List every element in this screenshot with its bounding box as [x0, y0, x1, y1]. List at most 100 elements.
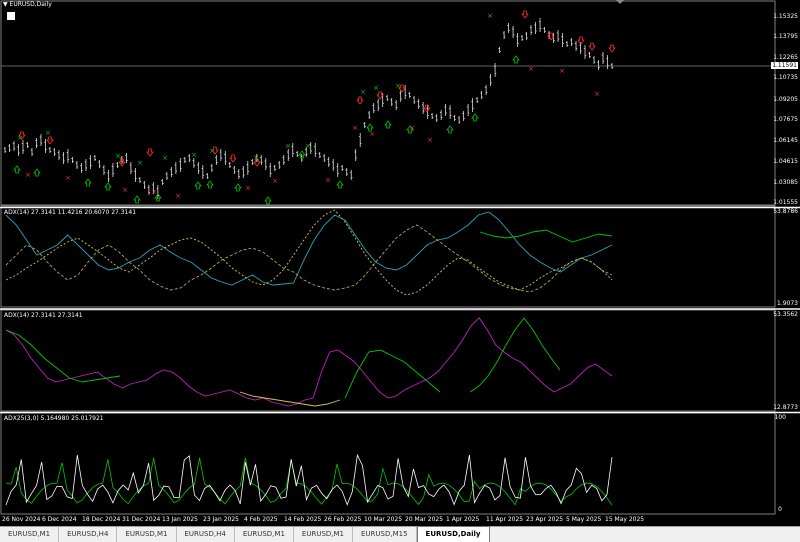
date-tick: 15 May 2025 — [605, 516, 645, 523]
tab-eurusd-m1[interactable]: EURUSD,M1 — [294, 527, 353, 542]
price-pane-frame — [0, 0, 776, 206]
adx-pane-2-min: 12.8773 — [773, 404, 798, 411]
cross-green-icon: × — [45, 129, 51, 137]
cross-green-icon: × — [253, 154, 259, 162]
adx-pane-3-label: ADX25(3,0) 5.164980 25.017921 — [4, 415, 104, 422]
cross-green-icon: × — [17, 134, 23, 142]
adx-lines-3 — [5, 453, 613, 506]
date-tick: 5 May 2025 — [566, 516, 602, 523]
arrow-up-icon — [133, 195, 141, 204]
price-bars — [3, 18, 614, 199]
tab-eurusd-h4[interactable]: EURUSD,H4 — [177, 527, 235, 542]
cross-green-icon: × — [209, 147, 215, 155]
cross-red-icon: × — [151, 188, 157, 196]
adx-pane-1-max: 53.8786 — [773, 208, 798, 215]
date-tick: 4 Feb 2025 — [244, 516, 278, 523]
date-tick: 11 Apr 2025 — [486, 516, 524, 523]
cross-red-icon: × — [245, 184, 251, 192]
price-tick: 1.03085 — [773, 179, 798, 186]
adx-pane-2-label: ADX(14) 27.3141 27.3141 — [4, 312, 83, 319]
arrow-down-icon — [356, 96, 364, 105]
date-tick: 26 Nov 2024 — [2, 516, 41, 523]
tab-eurusd-m1[interactable]: EURUSD,M1 — [235, 527, 294, 542]
date-tick: 10 Mar 2025 — [364, 516, 403, 523]
date-tick: 31 Dec 2024 — [122, 516, 161, 523]
chart-canvas[interactable]: × × × × × × × × × × × × × × × × × × × × × × × × × × × × × — [0, 0, 800, 541]
adx-lines-2 — [5, 317, 613, 407]
adx-pane-1-label: ADX(14) 27.3141 11.4216 20.6070 27.3141 — [4, 209, 137, 216]
cross-red-icon: × — [25, 171, 31, 179]
date-tick: 20 Mar 2025 — [405, 516, 444, 523]
tab-eurusd-m1[interactable]: EURUSD,M1 — [117, 527, 177, 542]
arrow-down-icon — [146, 148, 154, 157]
current-price-tag: 1.11591 — [771, 62, 798, 69]
cross-green-icon: × — [373, 84, 379, 92]
date-tick: 26 Feb 2025 — [324, 516, 362, 523]
adx-line-green — [5, 329, 121, 383]
arrow-down-icon — [521, 10, 529, 19]
window-title: ▼ EURUSD,Daily — [3, 1, 52, 8]
date-tick: 6 Dec 2024 — [42, 516, 77, 523]
cross-green-icon: × — [285, 142, 291, 150]
cross-red-icon: × — [559, 67, 565, 75]
arrow-up-icon — [471, 113, 479, 122]
arrow-up-icon — [13, 165, 21, 174]
date-tick: 18 Dec 2024 — [82, 516, 121, 523]
arrow-down-icon — [376, 91, 384, 100]
adx-line-green — [479, 229, 613, 243]
cross-red-icon: × — [272, 177, 278, 185]
arrow-down-icon — [229, 154, 237, 163]
arrow-up-icon — [33, 168, 41, 177]
cross-green-icon: × — [191, 151, 197, 159]
adx-pane-1-frame — [0, 205, 776, 308]
adx25-line-white — [5, 453, 613, 506]
tab-eurusd-m15[interactable]: EURUSD,M15 — [353, 527, 417, 542]
date-tick: 13 Jan 2025 — [162, 516, 198, 523]
adx-line-yellow — [239, 391, 341, 407]
tab-eurusd-m1[interactable]: EURUSD,M1 — [0, 527, 60, 542]
cross-red-icon: × — [409, 124, 415, 132]
cross-green-icon: × — [487, 12, 493, 20]
arrow-up-icon — [512, 55, 520, 64]
arrow-up-icon — [194, 181, 202, 190]
arrow-down-icon — [588, 42, 596, 51]
date-tick: 23 Apr 2025 — [526, 516, 564, 523]
price-tick: 1.07675 — [773, 116, 798, 123]
price-tick: 1.15325 — [773, 13, 798, 20]
arrow-up-icon — [234, 183, 242, 192]
adx-line-green — [469, 317, 561, 393]
cross-green-icon: × — [162, 154, 168, 162]
cross-red-icon: × — [594, 90, 600, 98]
arrow-up-icon — [84, 178, 92, 187]
cross-red-icon: × — [352, 124, 358, 132]
adx-line-green — [344, 349, 441, 399]
arrow-up-icon — [104, 182, 112, 191]
cross-green-icon: × — [115, 152, 121, 160]
adx-line-dashed-a — [5, 224, 613, 293]
arrow-up-icon — [206, 180, 214, 189]
scroll-marker-icon[interactable] — [616, 0, 624, 4]
adx-line-magenta — [5, 317, 613, 407]
cross-green-icon: × — [395, 82, 401, 90]
cross-red-icon: × — [65, 174, 71, 182]
tab-eurusd-h4[interactable]: EURUSD,H4 — [59, 527, 118, 542]
date-tick: 1 Apr 2025 — [446, 516, 480, 523]
price-tick: 1.12265 — [773, 54, 798, 61]
one-click-trading-toggle[interactable] — [7, 12, 15, 20]
date-tick: 23 Jan 2025 — [203, 516, 239, 523]
adx25-line-green — [5, 457, 613, 506]
arrow-down-icon — [608, 44, 616, 53]
price-tick: 1.01555 — [773, 199, 798, 206]
adx-line-cyan — [5, 211, 613, 286]
chart-tab-bar: EURUSD,M1 EURUSD,H4 EURUSD,M1 EURUSD,H4 … — [0, 525, 800, 542]
tab-eurusd-daily[interactable]: EURUSD,Daily — [416, 525, 490, 542]
price-tick: 1.10735 — [773, 74, 798, 81]
cross-red-icon: × — [122, 186, 128, 194]
price-tick: 1.13795 — [773, 33, 798, 40]
adx-pane-3-min: 0 — [778, 506, 782, 513]
adx-lines-1 — [5, 209, 613, 296]
cross-green-icon: × — [360, 88, 366, 96]
arrow-up-icon — [446, 125, 454, 134]
arrow-down-icon — [577, 36, 585, 45]
arrow-up-icon — [384, 120, 392, 129]
